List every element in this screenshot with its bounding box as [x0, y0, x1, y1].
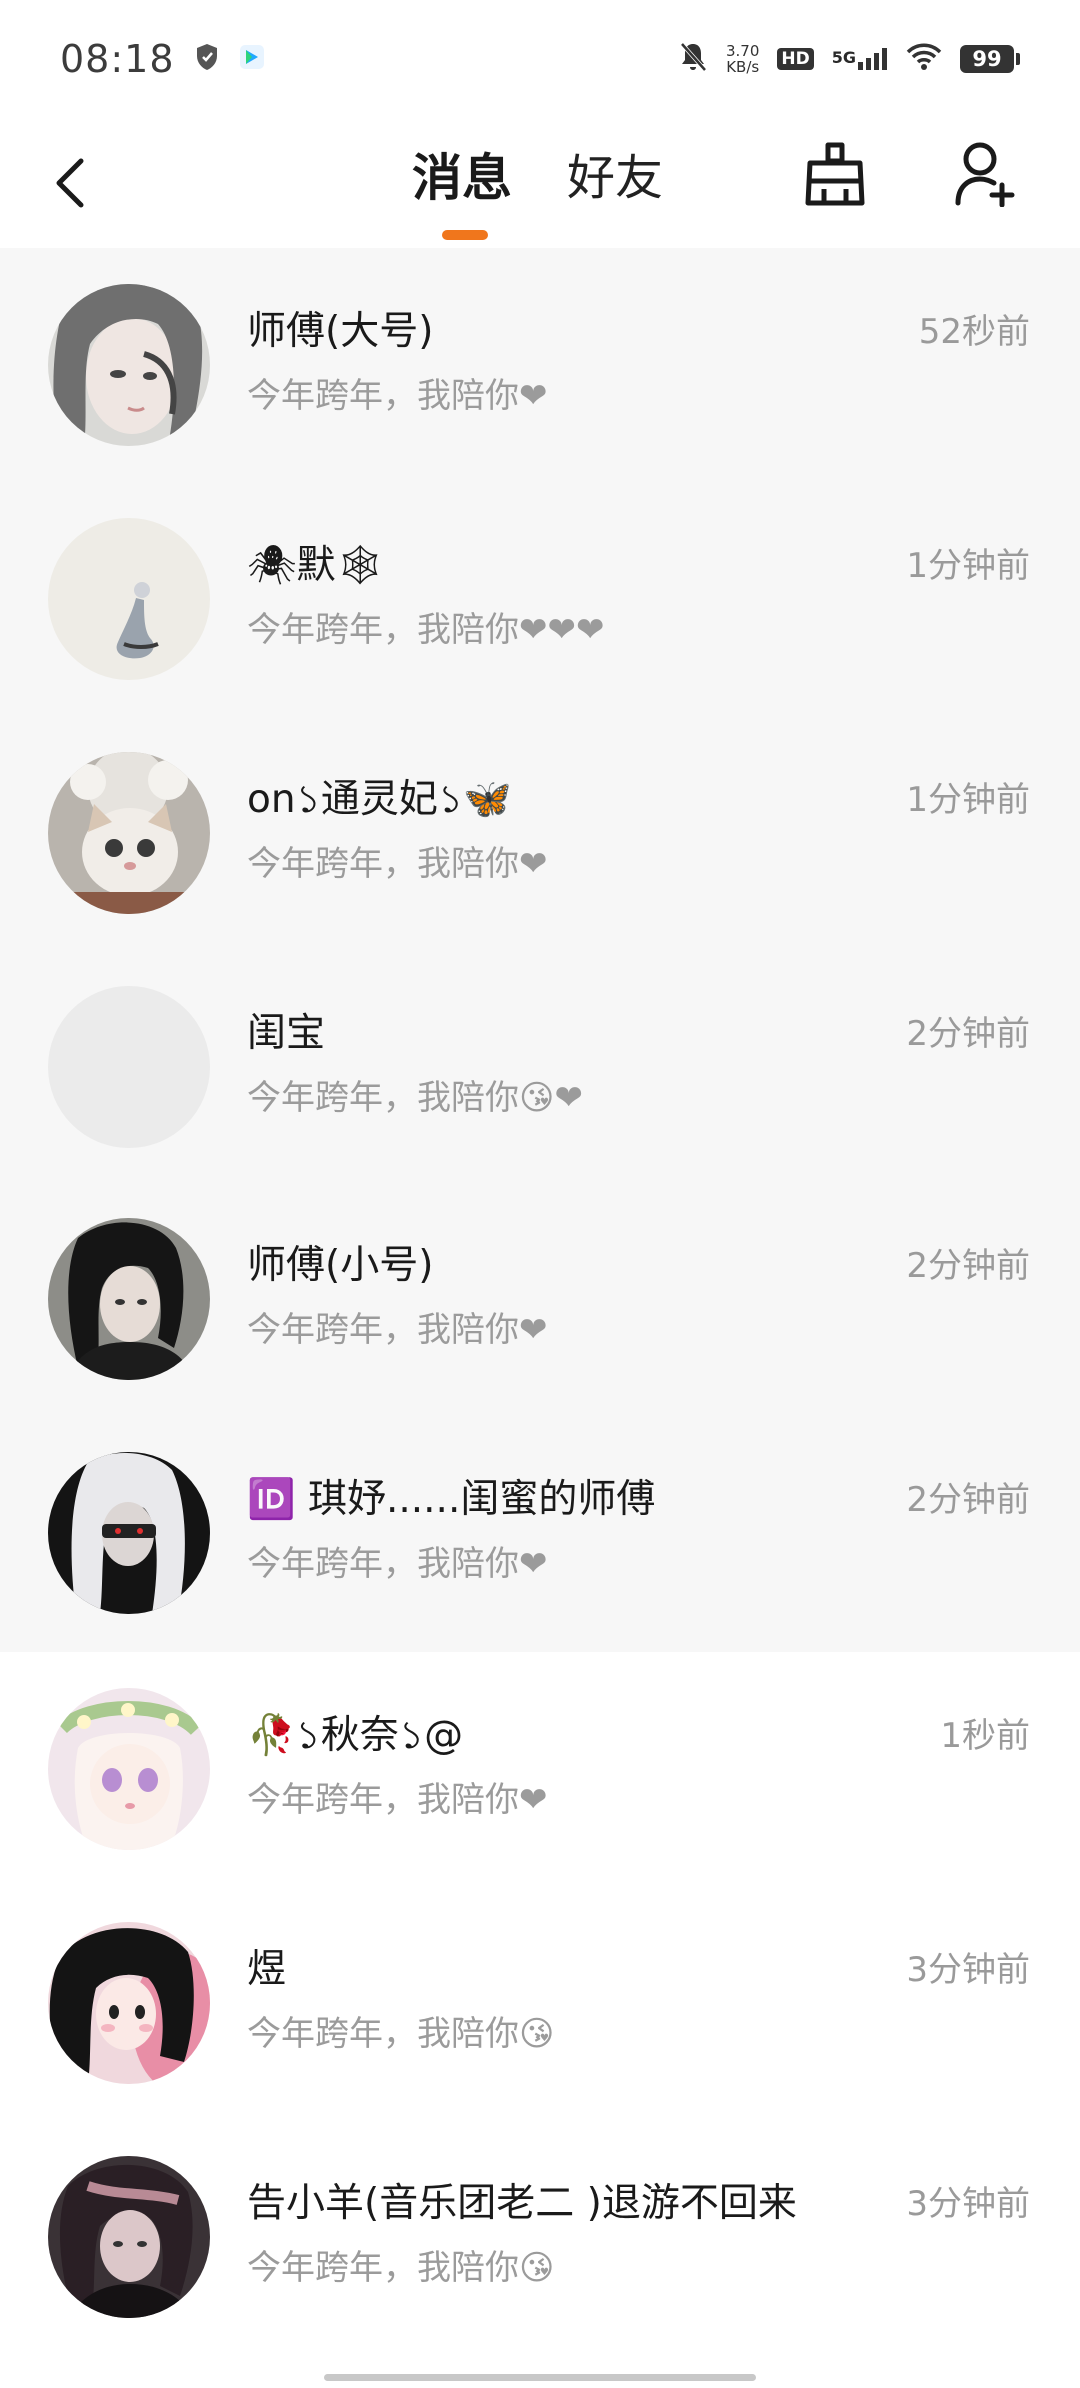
conversation-name: on১通灵妃১🦋 [247, 777, 512, 822]
conversation-preview: 今年跨年，我陪你❤ [247, 844, 548, 884]
gesture-navigation-bar[interactable] [324, 2374, 756, 2381]
avatar [48, 284, 210, 446]
avatar [48, 518, 210, 680]
conversation-preview: 今年跨年，我陪你❤ [247, 1310, 548, 1350]
conversation-preview: 今年跨年，我陪你❤ [247, 1544, 548, 1584]
mute-bell-icon [678, 41, 708, 77]
active-tab-indicator [442, 230, 488, 240]
avatar [48, 1688, 210, 1850]
tab-messages[interactable]: 消息 [412, 138, 512, 210]
status-bar: 08:18 3.70 KB/s HD 5G 99 [0, 0, 1080, 118]
shield-icon [195, 43, 219, 75]
add-friend-icon[interactable] [950, 134, 1020, 214]
conversation-time: 3分钟前 [906, 1950, 1030, 1990]
conversation-name: 煜 [247, 1947, 287, 1992]
conversation-name: 师傅(大号) [247, 309, 434, 354]
avatar [48, 1218, 210, 1380]
conversation-item[interactable]: 🕷默🕸 今年跨年，我陪你❤❤❤ 1分钟前 [0, 482, 1080, 716]
conversation-name: 闺宝 [247, 1011, 326, 1056]
status-time: 08:18 [60, 37, 175, 81]
conversation-time: 3分钟前 [906, 2184, 1030, 2224]
conversation-time: 1分钟前 [906, 780, 1030, 820]
conversation-time: 1秒前 [940, 1716, 1030, 1756]
back-arrow-icon[interactable] [40, 143, 100, 223]
signal-icon: 5G [832, 48, 888, 70]
conversation-time: 2分钟前 [906, 1480, 1030, 1520]
conversation-time: 52秒前 [918, 312, 1030, 352]
avatar [48, 986, 210, 1148]
conversation-preview: 今年跨年，我陪你❤ [247, 376, 548, 416]
hd-badge: HD [777, 48, 814, 70]
conversation-time: 1分钟前 [906, 546, 1030, 586]
conversation-name: 🕷默🕸 [247, 543, 386, 588]
conversation-name: 师傅(小号) [247, 1243, 434, 1288]
header: 消息 好友 [0, 118, 1080, 248]
conversation-name: 告小羊(音乐团老二 )退游不回来 [247, 2181, 797, 2226]
battery-icon: 99 [960, 45, 1020, 73]
conversation-item[interactable]: 师傅(小号) 今年跨年，我陪你❤ 2分钟前 [0, 1182, 1080, 1416]
conversation-item[interactable]: 师傅(大号) 今年跨年，我陪你❤ 52秒前 [0, 248, 1080, 482]
avatar [48, 1922, 210, 2084]
broom-clean-icon[interactable] [800, 134, 870, 214]
app-notification-icon [239, 44, 265, 74]
conversation-item[interactable]: 闺宝 今年跨年，我陪你😘❤ 2分钟前 [0, 950, 1080, 1182]
avatar [48, 752, 210, 914]
conversation-time: 2分钟前 [906, 1246, 1030, 1286]
avatar [48, 1452, 210, 1614]
conversation-preview: 今年跨年，我陪你❤ [247, 1780, 548, 1820]
conversation-list: 师傅(大号) 今年跨年，我陪你❤ 52秒前 🕷默🕸 今年跨年，我陪你❤❤❤ 1分… [0, 248, 1080, 2354]
network-speed: 3.70 KB/s [725, 42, 760, 76]
conversation-preview: 今年跨年，我陪你😘❤ [247, 1078, 583, 1118]
conversation-item[interactable]: 煜 今年跨年，我陪你😘 3分钟前 [0, 1886, 1080, 2120]
conversation-name: 🆔 琪妤......闺蜜的师傅 [247, 1477, 656, 1522]
conversation-time: 2分钟前 [906, 1014, 1030, 1054]
conversation-item[interactable]: on১通灵妃১🦋 今年跨年，我陪你❤ 1分钟前 [0, 716, 1080, 950]
conversation-preview: 今年跨年，我陪你😘 [247, 2014, 555, 2054]
conversation-preview: 今年跨年，我陪你😘 [247, 2248, 555, 2288]
conversation-name: 🥀১秋奈১@ [247, 1713, 464, 1758]
conversation-item[interactable]: 🥀১秋奈১@ 今年跨年，我陪你❤ 1秒前 [0, 1652, 1080, 1886]
avatar [48, 2156, 210, 2318]
conversation-preview: 今年跨年，我陪你❤❤❤ [247, 610, 605, 650]
wifi-icon [906, 43, 942, 75]
conversation-item[interactable]: 告小羊(音乐团老二 )退游不回来 今年跨年，我陪你😘 3分钟前 [0, 2120, 1080, 2354]
tab-friends[interactable]: 好友 [567, 138, 663, 208]
conversation-item[interactable]: 🆔 琪妤......闺蜜的师傅 今年跨年，我陪你❤ 2分钟前 [0, 1416, 1080, 1652]
